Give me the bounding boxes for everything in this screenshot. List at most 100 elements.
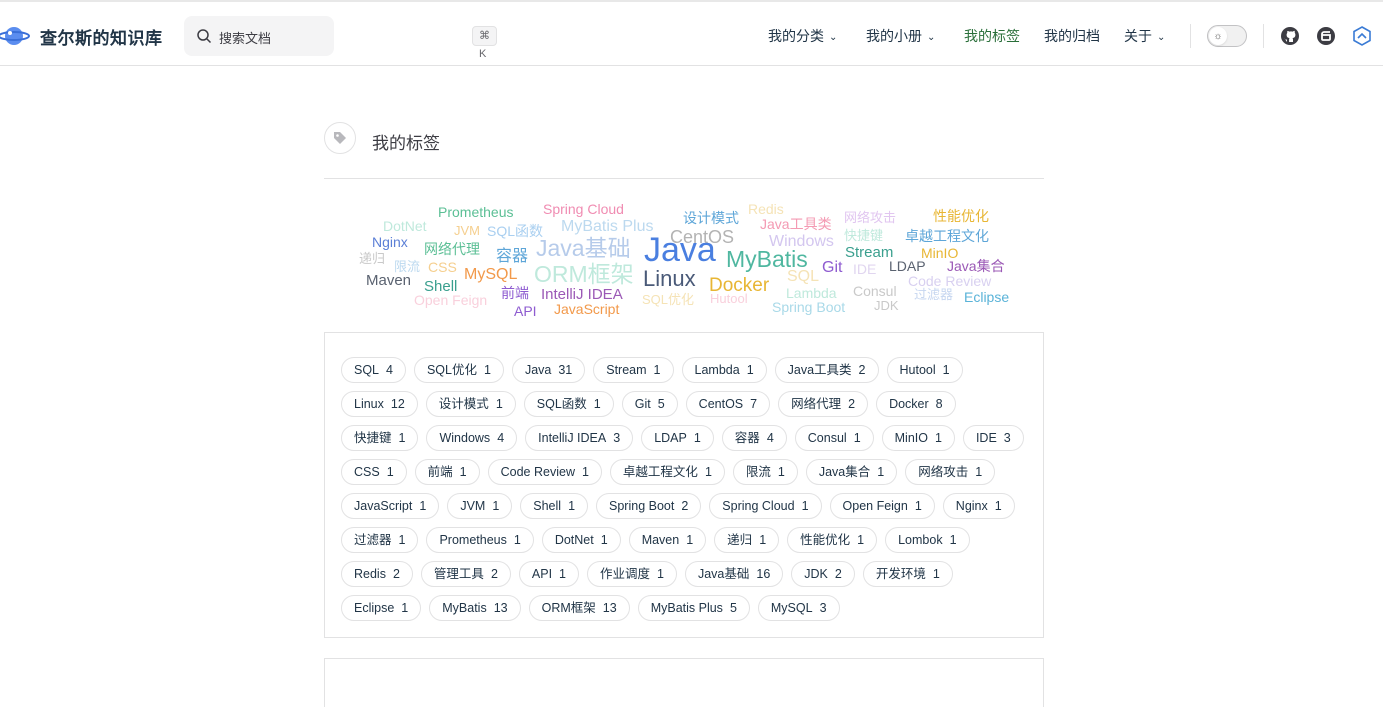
cloud-tag[interactable]: Code Review: [908, 274, 991, 288]
cloud-tag[interactable]: 性能优化: [933, 209, 989, 223]
github-icon[interactable]: [1280, 26, 1300, 46]
tag-chip[interactable]: JDK 2: [791, 561, 855, 587]
cloud-tag[interactable]: CSS: [428, 260, 457, 274]
tag-chip[interactable]: 快捷键 1: [341, 425, 419, 451]
tag-chip[interactable]: 过滤器 1: [341, 527, 419, 553]
tag-chip[interactable]: SQL函数 1: [523, 391, 614, 417]
cloud-tag[interactable]: Linux: [643, 268, 696, 290]
cloud-tag[interactable]: Java: [644, 233, 716, 267]
cloud-tag[interactable]: 网络攻击: [844, 211, 896, 224]
tag-chip[interactable]: Redis 2: [341, 561, 413, 587]
cloud-tag[interactable]: DotNet: [383, 219, 427, 233]
tag-chip[interactable]: Code Review 1: [487, 459, 602, 485]
tag-chip[interactable]: CSS 1: [341, 459, 407, 485]
tag-chip[interactable]: MySQL 3: [757, 595, 840, 621]
tag-chip[interactable]: IntelliJ IDEA 3: [525, 425, 634, 451]
tag-chip[interactable]: Nginx 1: [942, 493, 1015, 519]
cloud-tag[interactable]: Spring Boot: [772, 300, 845, 314]
tag-chip[interactable]: SQL 4: [341, 357, 406, 383]
tag-chip[interactable]: MinIO 1: [881, 425, 955, 451]
cloud-tag[interactable]: Java工具类: [760, 217, 832, 231]
tag-chip[interactable]: API 1: [518, 561, 579, 587]
tag-chip[interactable]: Hutool 1: [886, 357, 963, 383]
cloud-tag[interactable]: 网络代理: [424, 242, 480, 256]
tag-chip[interactable]: Lambda 1: [681, 357, 767, 383]
cloud-tag[interactable]: Hutool: [710, 292, 748, 305]
tag-chip[interactable]: Prometheus 1: [426, 527, 534, 553]
cloud-tag[interactable]: IDE: [853, 262, 876, 276]
cloud-tag[interactable]: 卓越工程文化: [905, 229, 989, 243]
tag-chip[interactable]: MyBatis Plus 5: [637, 595, 750, 621]
cloud-tag[interactable]: API: [514, 304, 537, 318]
cloud-tag[interactable]: Git: [822, 260, 842, 276]
tag-chip[interactable]: Docker 8: [876, 391, 956, 417]
tag-chip[interactable]: Lombok 1: [885, 527, 970, 553]
tag-chip[interactable]: Java基础 16: [684, 561, 784, 587]
cloud-tag[interactable]: IntelliJ IDEA: [541, 287, 623, 302]
nav-my-archives[interactable]: 我的归档: [1044, 26, 1100, 46]
tag-chip[interactable]: DotNet 1: [541, 527, 621, 553]
logo-icon[interactable]: [0, 20, 32, 50]
tag-chip[interactable]: Spring Cloud 1: [709, 493, 822, 519]
gitee-icon[interactable]: [1316, 26, 1336, 46]
tag-chip[interactable]: Java 31: [511, 357, 586, 383]
cloud-tag[interactable]: 设计模式: [683, 211, 739, 225]
cloud-tag[interactable]: Eclipse: [964, 290, 1009, 304]
tag-chip[interactable]: Git 5: [621, 391, 678, 417]
tag-chip[interactable]: Stream 1: [593, 357, 674, 383]
search-button[interactable]: 搜索文档 ⌘ K: [184, 16, 497, 60]
tag-chip[interactable]: Java工具类 2: [774, 357, 879, 383]
nav-my-categories[interactable]: 我的分类 ⌄: [768, 26, 837, 46]
cloud-tag[interactable]: Lambda: [786, 286, 837, 300]
cloud-tag[interactable]: 递归: [359, 252, 385, 265]
blog-icon[interactable]: [1352, 26, 1372, 46]
cloud-tag[interactable]: JVM: [454, 224, 480, 237]
tag-chip[interactable]: 前端 1: [414, 459, 480, 485]
tag-chip[interactable]: 网络攻击 1: [905, 459, 996, 485]
tag-chip[interactable]: 递归 1: [714, 527, 780, 553]
tag-chip[interactable]: SQL优化 1: [413, 357, 504, 383]
site-title[interactable]: 查尔斯的知识库: [40, 24, 163, 49]
tag-chip[interactable]: 管理工具 2: [420, 561, 511, 587]
cloud-tag[interactable]: SQL优化: [642, 293, 694, 306]
tag-chip[interactable]: MyBatis 13: [429, 595, 521, 621]
tag-chip[interactable]: LDAP 1: [641, 425, 714, 451]
nav-about[interactable]: 关于 ⌄: [1124, 26, 1165, 46]
tag-chip[interactable]: 限流 1: [732, 459, 798, 485]
tag-chip[interactable]: Maven 1: [628, 527, 707, 553]
tag-chip[interactable]: 开发环境 1: [862, 561, 953, 587]
cloud-tag[interactable]: Stream: [845, 245, 893, 260]
nav-my-booklets[interactable]: 我的小册 ⌄: [866, 26, 935, 46]
tag-chip[interactable]: Linux 12: [341, 391, 418, 417]
cloud-tag[interactable]: Redis: [748, 202, 784, 216]
cloud-tag[interactable]: Maven: [366, 273, 411, 288]
cloud-tag[interactable]: Java集合: [947, 259, 1005, 273]
tag-chip[interactable]: JavaScript 1: [341, 493, 440, 519]
tag-chip[interactable]: Eclipse 1: [341, 595, 422, 621]
cloud-tag[interactable]: MyBatis Plus: [561, 219, 653, 235]
tag-chip[interactable]: 卓越工程文化 1: [609, 459, 725, 485]
cloud-tag[interactable]: 快捷键: [844, 229, 883, 242]
tag-chip[interactable]: 作业调度 1: [587, 561, 677, 587]
cloud-tag[interactable]: 容器: [496, 249, 528, 265]
tag-chip[interactable]: Shell 1: [520, 493, 589, 519]
tag-chip[interactable]: ORM框架 13: [528, 595, 630, 621]
cloud-tag[interactable]: Prometheus: [438, 205, 513, 219]
cloud-tag[interactable]: LDAP: [889, 259, 926, 273]
cloud-tag[interactable]: Java基础: [536, 237, 631, 260]
tag-chip[interactable]: IDE 3: [962, 425, 1024, 451]
cloud-tag[interactable]: SQL: [787, 269, 819, 285]
cloud-tag[interactable]: JDK: [874, 299, 899, 312]
tag-chip[interactable]: 容器 4: [721, 425, 787, 451]
cloud-tag[interactable]: MySQL: [464, 267, 517, 283]
tag-chip[interactable]: Spring Boot 2: [596, 493, 702, 519]
tag-chip[interactable]: JVM 1: [447, 493, 513, 519]
tag-chip[interactable]: CentOS 7: [685, 391, 771, 417]
tag-chip[interactable]: Consul 1: [794, 425, 874, 451]
tag-chip[interactable]: Open Feign 1: [829, 493, 935, 519]
cloud-tag[interactable]: JavaScript: [554, 302, 619, 316]
cloud-tag[interactable]: Open Feign: [414, 293, 487, 307]
tag-chip[interactable]: Windows 4: [426, 425, 518, 451]
nav-my-tags[interactable]: 我的标签: [964, 26, 1020, 46]
cloud-tag[interactable]: Nginx: [372, 235, 408, 249]
